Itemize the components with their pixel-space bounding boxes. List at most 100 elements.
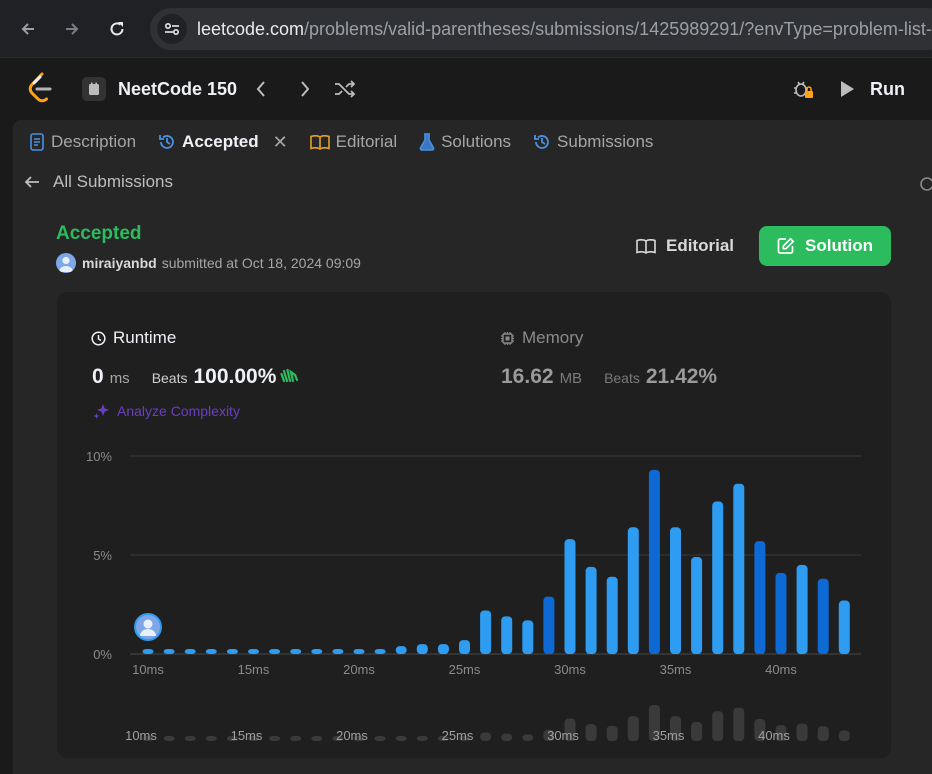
site-settings-icon[interactable] [157,14,187,44]
chart-bar [226,649,238,654]
tab-editorial[interactable]: Editorial [309,132,398,152]
prev-problem-button[interactable] [248,76,274,102]
debug-button[interactable] [790,76,816,102]
history-icon [534,135,549,149]
y-tick-label: 0% [93,647,112,662]
flask-icon [419,133,435,151]
run-button[interactable]: Run [838,72,905,106]
bug-lock-icon [794,81,813,98]
tab-solutions-label: Solutions [441,132,512,151]
chart-bar [838,600,850,654]
description-icon [30,133,44,151]
mini-chart-bar [733,707,745,741]
mini-chart-bar [817,726,829,741]
chart-bar [142,649,154,654]
editorial-button[interactable]: Editorial [625,226,745,266]
x-tick-label: 40ms [765,662,797,677]
edit-icon [777,237,795,254]
chart-bar [353,649,365,654]
close-tab-icon[interactable]: ✕ [273,132,288,153]
book-icon [309,135,330,150]
chart-bar [311,649,323,654]
chart-bar [543,596,555,654]
tab-accepted[interactable]: Accepted ✕ [158,132,288,153]
solution-button[interactable]: Solution [759,226,891,266]
all-submissions-label: All Submissions [53,172,173,191]
problem-list-title: NeetCode 150 [118,78,238,99]
leetcode-logo[interactable] [26,72,54,104]
mini-chart-bar [395,736,407,741]
stats-card: Runtime 0 ms Beats 100.00% Memory 16.62 … [57,292,891,758]
random-problem-button[interactable] [332,76,358,102]
x-tick-label: 20ms [343,662,375,677]
browser-forward-button[interactable] [57,14,87,44]
mini-chart-bar [838,730,850,741]
history-icon [159,135,174,149]
mini-chart-bar [205,736,217,741]
mini-x-tick-label: 40ms [758,728,790,743]
x-tick-label: 30ms [554,662,586,677]
chart-bar [691,556,703,654]
mini-x-tick-label: 20ms [336,728,368,743]
arrow-left-icon [24,176,39,188]
chart-bar [248,649,259,654]
panel-tabs: Description Accepted ✕ Editorial Solutio… [13,120,932,164]
mini-chart-bar [796,723,808,741]
mini-chart-bar [712,711,724,741]
mini-chart-bar [606,725,618,741]
x-tick-label: 25ms [449,662,481,677]
y-tick-label: 5% [93,548,112,563]
chart-bar [606,576,618,654]
play-icon [841,81,854,97]
mini-x-tick-label: 25ms [442,728,474,743]
mini-x-tick-label: 35ms [653,728,685,743]
x-tick-label: 35ms [660,662,692,677]
runtime-distribution-chart: 10% 5% 0% 10ms 15ms 20ms 25ms 30ms 35ms 40ms 10ms 1… [86,449,861,743]
next-problem-button[interactable] [292,76,318,102]
chart-bar [817,578,829,654]
tab-description[interactable]: Description [29,132,136,152]
chart-bar [670,527,681,654]
browser-back-button[interactable] [13,14,43,44]
editorial-button-label: Editorial [665,236,734,255]
mini-chart-bar [311,736,323,741]
chart-bar [395,646,407,654]
mini-chart-bar [501,733,513,741]
submission-panel: Description Accepted ✕ Editorial Solutio… [13,120,932,774]
avatar[interactable] [56,253,76,273]
url-path: /problems/valid-parentheses/submissions/… [304,18,932,39]
username[interactable]: miraiyanbd [82,255,157,271]
chart-bar [269,649,281,654]
chevron-right-icon [301,81,310,97]
chart-bar [564,539,576,654]
tab-solutions[interactable]: Solutions [419,132,511,152]
user-marker-head [143,619,153,629]
cloud-icon[interactable] [918,177,932,191]
tab-description-label: Description [51,132,137,151]
mini-chart-bar [269,736,281,741]
y-tick-label: 10% [86,449,112,464]
mini-chart-bar [691,722,703,741]
chart-bar [501,616,513,654]
chart-bar [775,572,787,654]
chart-bar [712,501,724,654]
chart-bar [459,640,470,654]
tab-editorial-label: Editorial [335,132,398,151]
solution-button-label: Solution [805,236,873,255]
tab-submissions[interactable]: Submissions [533,132,653,152]
address-bar[interactable]: leetcode.com/problems/valid-parentheses/… [150,8,932,50]
mini-chart-bar [585,723,597,741]
reload-icon [110,22,124,36]
url-text: leetcode.com/problems/valid-parentheses/… [197,19,932,40]
chart-bar [416,644,428,654]
submitted-time: submitted at Oct 18, 2024 09:09 [161,255,361,271]
tab-accepted-label: Accepted [182,132,259,151]
arrow-left-icon [21,23,34,35]
chart-bar [648,469,660,654]
problem-list-button[interactable]: NeetCode 150 [82,74,237,104]
chevron-left-icon [256,81,265,97]
app-header: NeetCode 150 Run [0,58,932,118]
all-submissions-link[interactable]: All Submissions [23,172,173,192]
browser-reload-button[interactable] [102,14,132,44]
chart-bar [374,649,386,654]
